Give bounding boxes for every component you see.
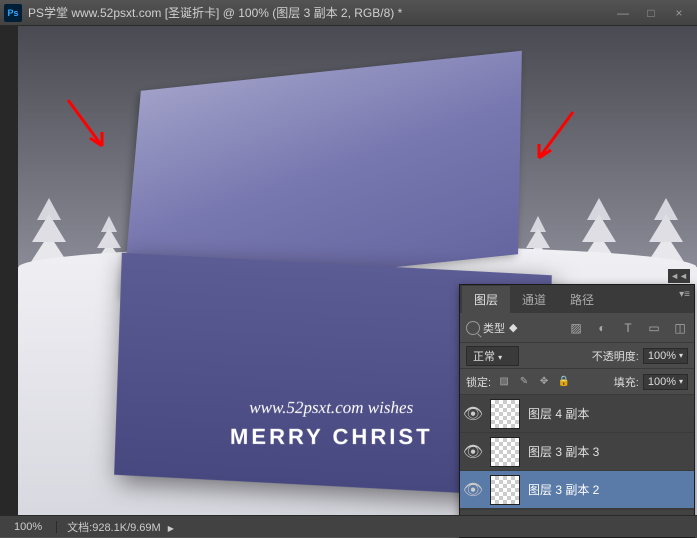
filter-text-icon[interactable]: T (620, 320, 636, 336)
tab-paths[interactable]: 路径 (558, 286, 606, 313)
filter-shape-icon[interactable]: ▭ (646, 320, 662, 336)
blend-mode-select[interactable]: 正常 ▾ (466, 346, 519, 366)
lock-label: 锁定: (466, 374, 491, 390)
filter-smart-icon[interactable]: ◫ (672, 320, 688, 336)
doc-size[interactable]: 文档:928.1K/9.69M ▶ (57, 519, 184, 535)
zoom-level[interactable]: 100% (0, 521, 57, 533)
lock-transparent-icon[interactable]: ▨ (497, 375, 511, 389)
visibility-icon[interactable]: 👁 (464, 481, 482, 499)
maximize-button[interactable]: □ (637, 3, 665, 23)
opacity-input[interactable]: 100%▾ (643, 348, 688, 364)
filter-adjust-icon[interactable]: ◐ (594, 320, 610, 336)
layer-name: 图层 4 副本 (528, 405, 589, 422)
layer-row[interactable]: 👁 图层 4 副本 (460, 395, 694, 433)
layer-name: 图层 3 副本 2 (528, 481, 599, 498)
lock-position-icon[interactable]: ✥ (537, 375, 551, 389)
titlebar: Ps PS学堂 www.52psxt.com [圣诞折卡] @ 100% (图层… (0, 0, 697, 26)
layer-filter-row: 类型◆ ▨ ◐ T ▭ ◫ (460, 313, 694, 343)
annotation-arrow (62, 96, 112, 156)
layer-list: 👁 图层 4 副本 👁 图层 3 副本 3 👁 图层 3 副本 2 (460, 395, 694, 509)
layers-panel: ◄◄ 图层 通道 路径 ▾≡ 类型◆ ▨ ◐ T ▭ ◫ 正常 ▾ 不透明度: … (459, 284, 695, 538)
statusbar: 100% 文档:928.1K/9.69M ▶ (0, 515, 697, 537)
lock-row: 锁定: ▨ ✎ ✥ 🔒 填充: 100%▾ (460, 369, 694, 395)
layer-row[interactable]: 👁 图层 3 副本 2 (460, 471, 694, 509)
lock-pixels-icon[interactable]: ✎ (517, 375, 531, 389)
close-button[interactable]: × (665, 3, 693, 23)
filter-type-select[interactable]: 类型◆ (466, 320, 517, 336)
layer-name: 图层 3 副本 3 (528, 443, 599, 460)
annotation-arrow (529, 108, 579, 168)
tab-channels[interactable]: 通道 (510, 286, 558, 313)
fill-input[interactable]: 100%▾ (643, 374, 688, 390)
layer-thumbnail[interactable] (490, 437, 520, 467)
caret-right-icon[interactable]: ▶ (168, 524, 174, 533)
visibility-icon[interactable]: 👁 (464, 443, 482, 461)
blend-row: 正常 ▾ 不透明度: 100%▾ (460, 343, 694, 369)
visibility-icon[interactable]: 👁 (464, 405, 482, 423)
layer-thumbnail[interactable] (490, 475, 520, 505)
fill-label: 填充: (614, 374, 639, 390)
layer-thumbnail[interactable] (490, 399, 520, 429)
opacity-label: 不透明度: (592, 348, 639, 364)
panel-tabs: 图层 通道 路径 ▾≡ (460, 285, 694, 313)
tab-layers[interactable]: 图层 (462, 286, 510, 313)
panel-collapse-icon[interactable]: ◄◄ (668, 269, 690, 283)
layer-row[interactable]: 👁 图层 3 副本 3 (460, 433, 694, 471)
window-title: PS学堂 www.52psxt.com [圣诞折卡] @ 100% (图层 3 … (28, 4, 609, 21)
search-icon (466, 321, 480, 335)
panel-menu-icon[interactable]: ▾≡ (679, 289, 690, 300)
lock-all-icon[interactable]: 🔒 (557, 375, 571, 389)
app-logo: Ps (4, 4, 22, 22)
filter-pixel-icon[interactable]: ▨ (568, 320, 584, 336)
minimize-button[interactable]: — (609, 3, 637, 23)
